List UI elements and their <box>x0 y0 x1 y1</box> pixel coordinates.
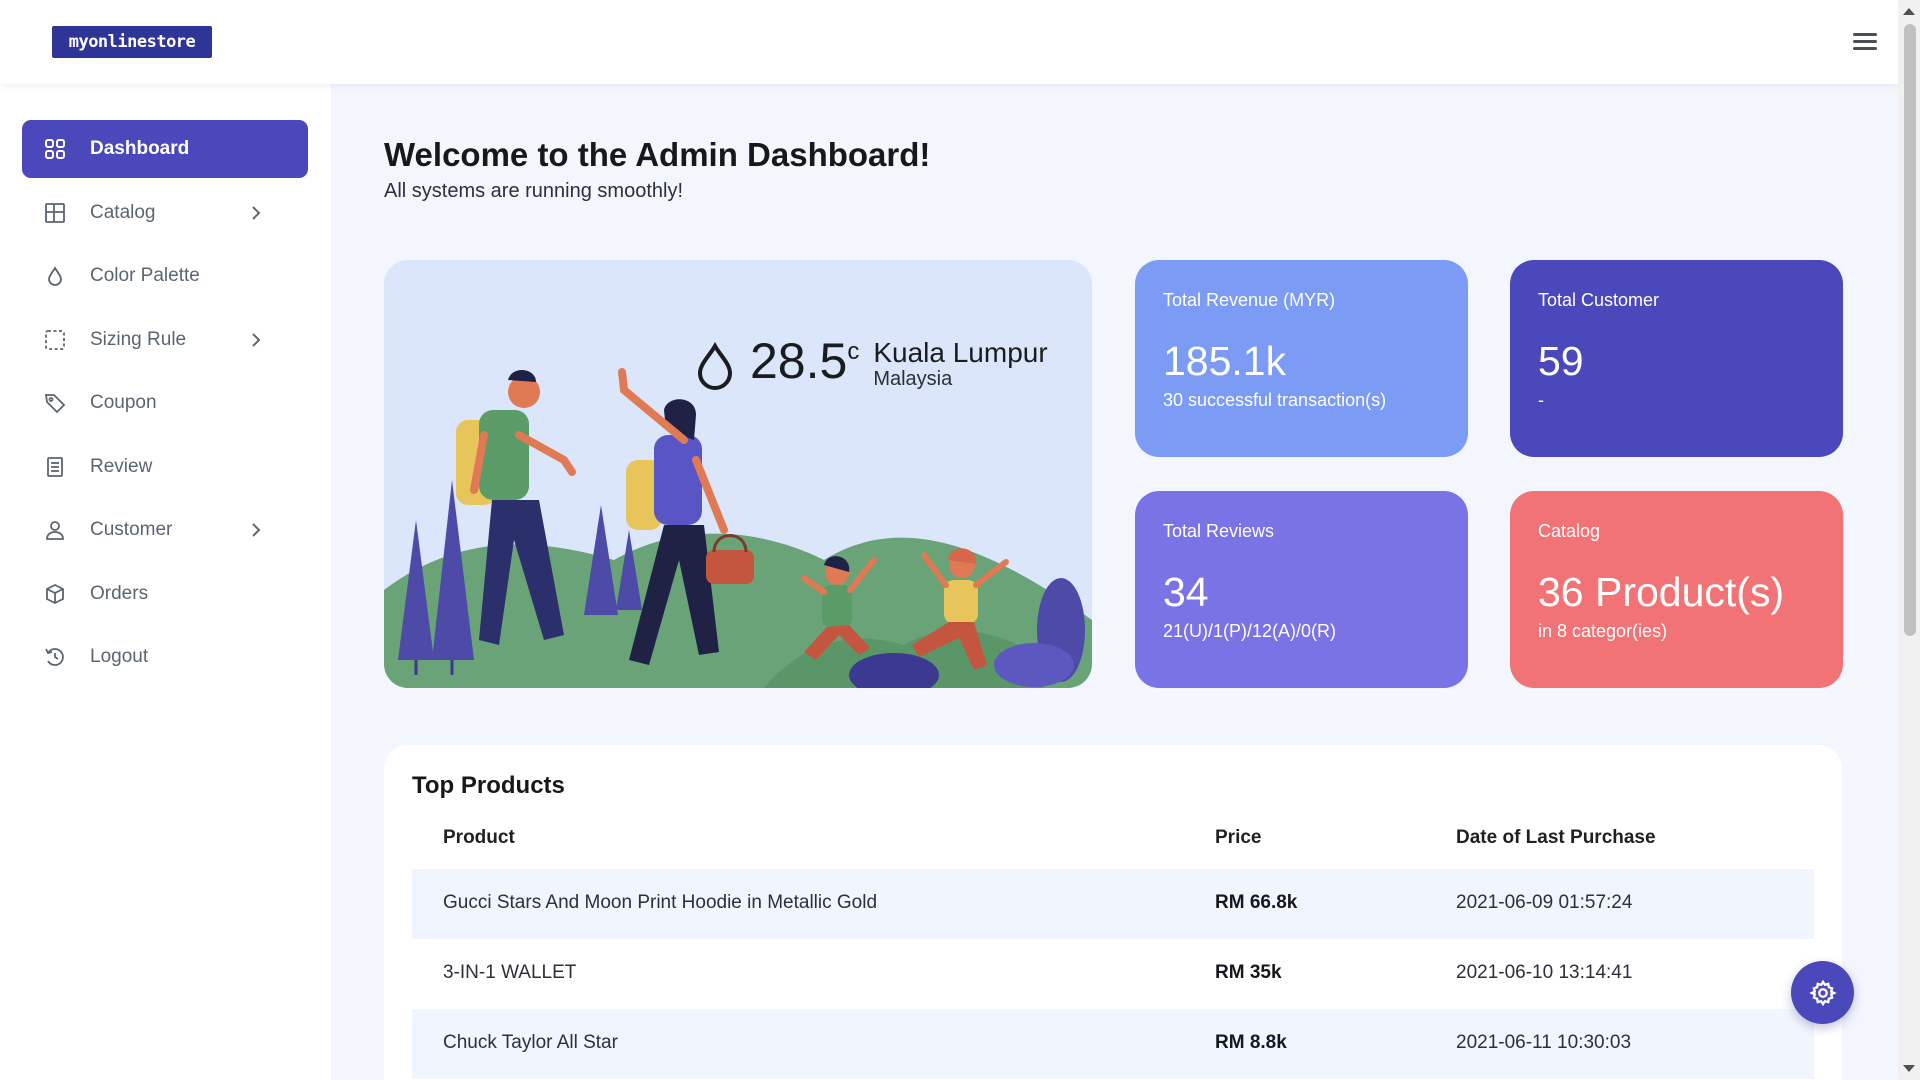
main-content: Welcome to the Admin Dashboard! All syst… <box>331 84 1898 1080</box>
scrollbar-thumb[interactable] <box>1904 24 1916 636</box>
sidebar-item-dashboard[interactable]: Dashboard <box>22 120 308 178</box>
stat-value: 185.1k <box>1163 338 1287 384</box>
logout-icon <box>42 644 68 670</box>
product-price: RM 35k <box>1215 962 1282 983</box>
sidebar-item-label: Logout <box>90 646 149 667</box>
total-customer-card[interactable]: Total Customer 59 - <box>1510 260 1843 457</box>
top-header: myonlinestore <box>0 0 1898 84</box>
stat-value: 36 Product(s) <box>1538 569 1785 615</box>
catalog-card[interactable]: Catalog 36 Product(s) in 8 categor(ies) <box>1510 491 1843 688</box>
sidebar-nav: Dashboard Catalog Color Palette Sizing R… <box>0 84 331 686</box>
box-icon <box>42 581 68 607</box>
sidebar: Dashboard Catalog Color Palette Sizing R… <box>0 84 331 1080</box>
stat-value: 59 <box>1538 338 1584 384</box>
table-row[interactable]: 3-IN-1 WALLET RM 35k 2021-06-10 13:14:41 <box>412 939 1814 1009</box>
stat-subtext: - <box>1538 390 1544 410</box>
location: Kuala Lumpur Malaysia <box>873 337 1048 391</box>
menu-line <box>1853 47 1877 50</box>
weather-info: 28.5 c Kuala Lumpur Malaysia <box>694 332 1048 390</box>
stat-label: Total Revenue (MYR) <box>1163 290 1336 310</box>
temperature-value: 28.5 <box>750 333 848 389</box>
top-products-card: Top Products Product Price Date of Last … <box>384 745 1842 1080</box>
city-name: Kuala Lumpur <box>873 337 1048 368</box>
sidebar-item-label: Catalog <box>90 201 156 223</box>
table-row[interactable]: Chuck Taylor All Star RM 8.8k 2021-06-11… <box>412 1009 1814 1079</box>
product-name: Gucci Stars And Moon Print Hoodie in Met… <box>443 892 878 913</box>
hiking-family-illustration <box>384 368 1092 688</box>
menu-line <box>1853 33 1877 36</box>
gear-icon <box>1808 979 1837 1006</box>
table-icon <box>42 200 68 226</box>
sidebar-item-logout[interactable]: Logout <box>22 628 308 686</box>
sidebar-item-sizing-rule[interactable]: Sizing Rule <box>22 311 308 369</box>
sidebar-item-label: Sizing Rule <box>90 328 187 350</box>
total-reviews-card[interactable]: Total Reviews 34 21(U)/1(P)/12(A)/0(R) <box>1135 491 1468 688</box>
product-name: Chuck Taylor All Star <box>443 1032 618 1053</box>
last-purchase-date: 2021-06-09 01:57:24 <box>1456 892 1633 913</box>
settings-button[interactable] <box>1791 961 1854 1024</box>
sidebar-item-customer[interactable]: Customer <box>22 501 308 559</box>
last-purchase-date: 2021-06-11 10:30:03 <box>1456 1032 1632 1053</box>
column-header-price[interactable]: Price <box>1215 827 1261 849</box>
page-scrollbar[interactable] <box>1898 0 1920 1080</box>
sidebar-item-label: Coupon <box>90 392 157 413</box>
sidebar-item-review[interactable]: Review <box>22 438 308 496</box>
stat-subtext: in 8 categor(ies) <box>1538 621 1668 641</box>
brand-logo[interactable]: myonlinestore <box>52 26 212 58</box>
product-name: 3-IN-1 WALLET <box>443 962 577 983</box>
sidebar-item-catalog[interactable]: Catalog <box>22 184 308 242</box>
stat-subtext: 21(U)/1(P)/12(A)/0(R) <box>1163 621 1337 641</box>
water-drop-icon <box>697 342 733 390</box>
sidebar-item-color-palette[interactable]: Color Palette <box>22 247 308 305</box>
temperature-unit: c <box>847 338 860 365</box>
droplet-icon <box>42 263 68 289</box>
stat-label: Total Customer <box>1538 290 1660 310</box>
chevron-right-icon <box>252 205 261 220</box>
chevron-right-icon <box>252 523 261 537</box>
country-name: Malaysia <box>873 368 953 390</box>
sidebar-item-label: Dashboard <box>90 138 190 159</box>
stat-label: Total Reviews <box>1163 521 1275 541</box>
scroll-down-arrow-icon[interactable] <box>1903 1065 1915 1072</box>
scroll-up-arrow-icon[interactable] <box>1903 8 1915 15</box>
user-icon <box>42 517 68 543</box>
page-subtitle: All systems are running smoothly! <box>384 180 684 202</box>
weather-card: 28.5 c Kuala Lumpur Malaysia <box>384 260 1092 688</box>
chevron-right-icon <box>252 332 261 347</box>
sidebar-item-orders[interactable]: Orders <box>22 565 308 623</box>
table-row[interactable]: Gucci Stars And Moon Print Hoodie in Met… <box>412 869 1814 939</box>
total-revenue-card[interactable]: Total Revenue (MYR) 185.1k 30 successful… <box>1135 260 1468 457</box>
tag-icon <box>42 390 68 416</box>
menu-line <box>1853 40 1877 43</box>
stat-label: Catalog <box>1538 521 1601 541</box>
grid-icon <box>42 136 68 162</box>
product-price: RM 66.8k <box>1215 892 1298 913</box>
stat-value: 34 <box>1163 569 1209 615</box>
stat-subtext: 30 successful transaction(s) <box>1163 390 1387 410</box>
sidebar-item-coupon[interactable]: Coupon <box>22 374 308 432</box>
document-icon <box>42 454 68 480</box>
hamburger-menu-icon[interactable] <box>1850 30 1880 56</box>
dashed-square-icon <box>42 327 68 353</box>
sidebar-item-label: Review <box>90 455 153 477</box>
sidebar-item-label: Color Palette <box>90 265 200 286</box>
column-header-date[interactable]: Date of Last Purchase <box>1456 827 1656 849</box>
sidebar-item-label: Customer <box>90 519 173 540</box>
sidebar-item-label: Orders <box>90 582 149 604</box>
product-price: RM 8.8k <box>1215 1032 1287 1053</box>
column-header-product[interactable]: Product <box>443 827 515 849</box>
table-header: Product Price Date of Last Purchase <box>412 817 1814 857</box>
top-products-title: Top Products <box>412 772 565 799</box>
page-title: Welcome to the Admin Dashboard! <box>384 136 931 173</box>
last-purchase-date: 2021-06-10 13:14:41 <box>1456 962 1633 983</box>
